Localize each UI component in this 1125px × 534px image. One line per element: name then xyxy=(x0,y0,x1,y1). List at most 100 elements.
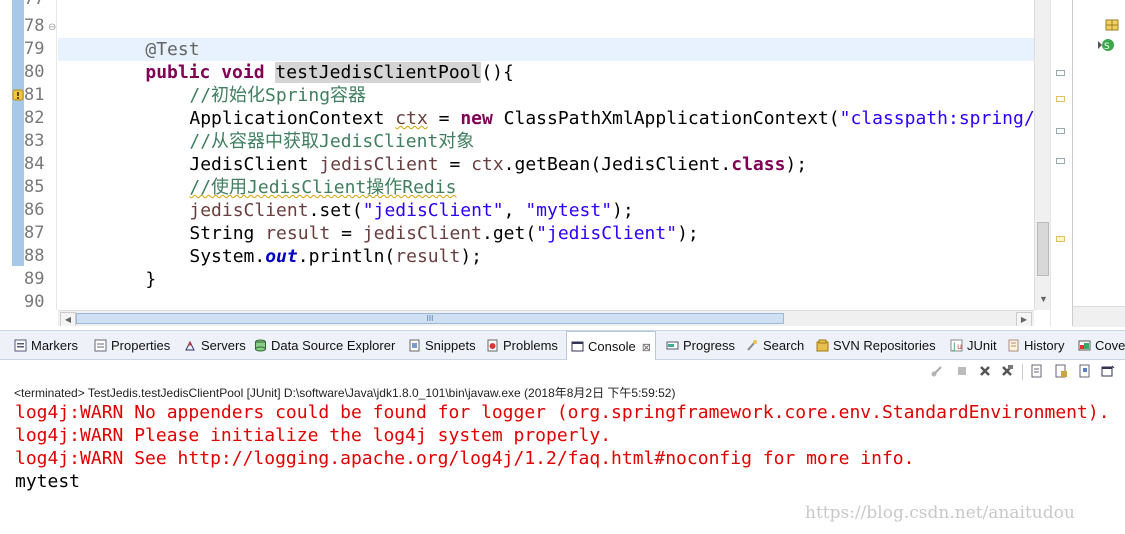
open-console-icon[interactable] xyxy=(1101,364,1115,378)
static-field: out xyxy=(265,246,298,267)
properties-icon xyxy=(94,339,107,352)
tab-progress[interactable]: Progress xyxy=(666,331,735,360)
relaunch-icon[interactable] xyxy=(930,364,944,378)
snippets-icon xyxy=(409,339,420,352)
code-line-88[interactable]: } xyxy=(58,245,156,314)
line-number: 79 xyxy=(24,39,45,59)
pin-console-icon[interactable] xyxy=(1078,364,1092,378)
tab-label: Console xyxy=(588,339,636,354)
overview-warning-marker[interactable] xyxy=(1056,96,1065,102)
overview-marker[interactable] xyxy=(1056,128,1065,134)
line-number: 77 xyxy=(24,0,50,11)
tab-servers[interactable]: Servers xyxy=(184,331,246,360)
console-output-line: log4j:WARN Please initialize the log4j s… xyxy=(15,425,612,446)
junit-icon: Ju xyxy=(950,339,963,352)
svg-text:S: S xyxy=(1104,42,1110,52)
line-number: 81 xyxy=(24,85,45,105)
tab-markers[interactable]: Markers xyxy=(14,331,78,360)
problems-icon xyxy=(487,339,498,352)
scroll-lock-icon[interactable] xyxy=(1054,364,1068,378)
local-variable: result xyxy=(395,246,461,267)
views-tab-bar: Markers Properties Servers Data Source E… xyxy=(0,330,1125,361)
code-text: ClassPathXmlApplicationContext( xyxy=(492,108,840,129)
line-number: 88 xyxy=(24,246,45,266)
line-number: 87 xyxy=(24,223,45,243)
fold-toggle-icon[interactable]: ⊖ xyxy=(48,22,56,33)
editor-vertical-scrollbar[interactable]: ▼ xyxy=(1034,0,1050,310)
code-text: ); xyxy=(785,154,808,175)
overview-warning-marker[interactable] xyxy=(1056,236,1065,242)
tab-data-source-explorer[interactable]: Data Source Explorer xyxy=(254,331,395,360)
console-output-line: log4j:WARN No appenders could be found f… xyxy=(15,402,1110,423)
tab-coverage[interactable]: Cove xyxy=(1078,331,1125,360)
overview-marker[interactable] xyxy=(1056,158,1065,164)
scroll-down-arrow-icon[interactable]: ▼ xyxy=(1039,294,1048,304)
code-text: .get( xyxy=(481,223,537,244)
string-literal: "jedisClient" xyxy=(536,223,678,244)
tab-label: SVN Repositories xyxy=(833,338,936,353)
local-variable: ctx xyxy=(471,154,504,175)
line-number: 90 xyxy=(24,292,45,312)
breakpoint-ruler[interactable] xyxy=(12,0,24,266)
console-icon xyxy=(571,341,584,352)
outline-scrollbar[interactable] xyxy=(1073,306,1125,327)
tab-label: JUnit xyxy=(967,338,997,353)
tab-snippets[interactable]: Snippets xyxy=(408,331,476,360)
tab-label: Snippets xyxy=(425,338,476,353)
line-number: 85 xyxy=(24,177,45,197)
svg-text:J: J xyxy=(952,342,956,352)
scroll-right-arrow-icon[interactable]: ▶ xyxy=(1016,312,1032,326)
line-number: 78 xyxy=(24,16,45,36)
tab-problems[interactable]: Problems xyxy=(486,331,558,360)
outline-panel[interactable]: S xyxy=(1072,0,1125,327)
tab-label: Markers xyxy=(31,338,78,353)
overview-ruler[interactable] xyxy=(1050,0,1071,326)
code-text: } xyxy=(145,269,157,290)
editor-horizontal-scrollbar[interactable]: ◀ III ▶ xyxy=(58,310,1034,326)
scrollbar-thumb[interactable] xyxy=(1037,222,1049,276)
coverage-icon xyxy=(1078,340,1091,351)
line-number: 80 xyxy=(24,62,45,82)
string-literal: "classpath:spring/app xyxy=(839,108,1050,129)
toolbar-separator xyxy=(1022,364,1023,380)
close-tab-icon[interactable]: ⊠ xyxy=(642,342,651,354)
code-text: ); xyxy=(460,246,482,267)
tab-svn-repositories[interactable]: SVN Repositories xyxy=(816,331,936,360)
code-text: .println( xyxy=(297,246,396,267)
tab-label: Cove xyxy=(1095,338,1125,353)
console-status-line: <terminated> TestJedis.testJedisClientPo… xyxy=(14,386,676,400)
code-text: .getBean(JedisClient. xyxy=(503,154,732,175)
remove-launch-icon[interactable] xyxy=(978,364,992,378)
tab-console[interactable]: Console ⊠ xyxy=(566,331,656,361)
console-toolbar xyxy=(0,360,1125,384)
tab-label: Properties xyxy=(111,338,171,353)
svn-icon xyxy=(816,339,829,352)
tab-label: Servers xyxy=(201,338,246,353)
overview-marker[interactable] xyxy=(1056,70,1065,76)
tab-junit[interactable]: Ju JUnit xyxy=(950,331,997,360)
line-number: 83 xyxy=(24,131,45,151)
remove-all-terminated-icon[interactable] xyxy=(1000,364,1014,378)
gutter-separator xyxy=(56,0,57,310)
clear-console-icon[interactable] xyxy=(1030,364,1044,378)
line-number: 86 xyxy=(24,200,45,220)
tab-label: Data Source Explorer xyxy=(271,338,396,353)
code-editor[interactable]: 77 78 79 80 81 82 83 84 85 86 87 88 89 9… xyxy=(0,0,1050,326)
warning-marker-icon[interactable] xyxy=(12,89,24,101)
code-text: System. xyxy=(189,246,266,267)
tab-search[interactable]: Search xyxy=(746,331,804,360)
test-method-icon[interactable]: S xyxy=(1097,38,1117,52)
watermark: https://blog.csdn.net/anaitudou xyxy=(805,503,1075,523)
history-icon xyxy=(1008,339,1019,352)
code-text: (){ xyxy=(481,62,514,83)
tab-label: Problems xyxy=(503,338,558,353)
terminate-icon[interactable] xyxy=(955,364,969,378)
servers-icon xyxy=(185,340,195,351)
tab-history[interactable]: History xyxy=(1007,331,1064,360)
tab-properties[interactable]: Properties xyxy=(94,331,170,360)
keyword: class xyxy=(731,154,786,175)
tab-label: History xyxy=(1024,338,1065,353)
scrollbar-thumb[interactable]: III xyxy=(76,313,784,324)
scroll-left-arrow-icon[interactable]: ◀ xyxy=(60,312,76,326)
class-members-icon[interactable] xyxy=(1105,18,1119,32)
